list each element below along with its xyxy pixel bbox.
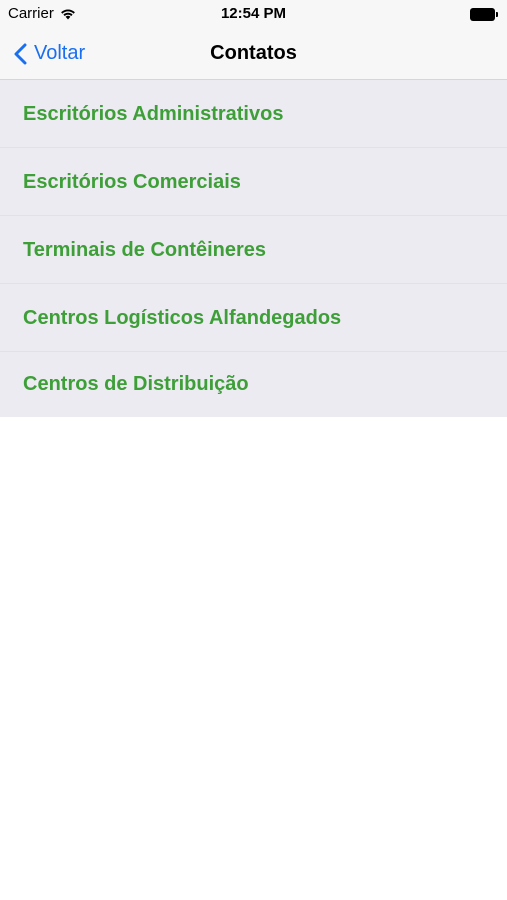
status-time: 12:54 PM [220, 5, 287, 22]
navigation-bar: Contatos Voltar [0, 28, 507, 80]
back-button-label: Voltar [34, 42, 86, 64]
contacts-list: Escritórios Administrativos Escritórios … [0, 80, 507, 417]
list-item-container-terminals[interactable]: Terminais de Contêineres [0, 216, 507, 284]
back-button[interactable]: Voltar [14, 28, 85, 79]
battery-icon [470, 8, 500, 21]
list-item-commercial-offices[interactable]: Escritórios Comerciais [0, 148, 507, 216]
chevron-left-icon [14, 43, 34, 65]
status-bar: Carrier 12:54 PM [0, 0, 507, 28]
list-item-distribution-centers[interactable]: Centros de Distribuição [0, 352, 507, 417]
list-item-bonded-logistics-centers[interactable]: Centros Logísticos Alfandegados [0, 284, 507, 352]
list-item-administrative-offices[interactable]: Escritórios Administrativos [0, 80, 507, 148]
